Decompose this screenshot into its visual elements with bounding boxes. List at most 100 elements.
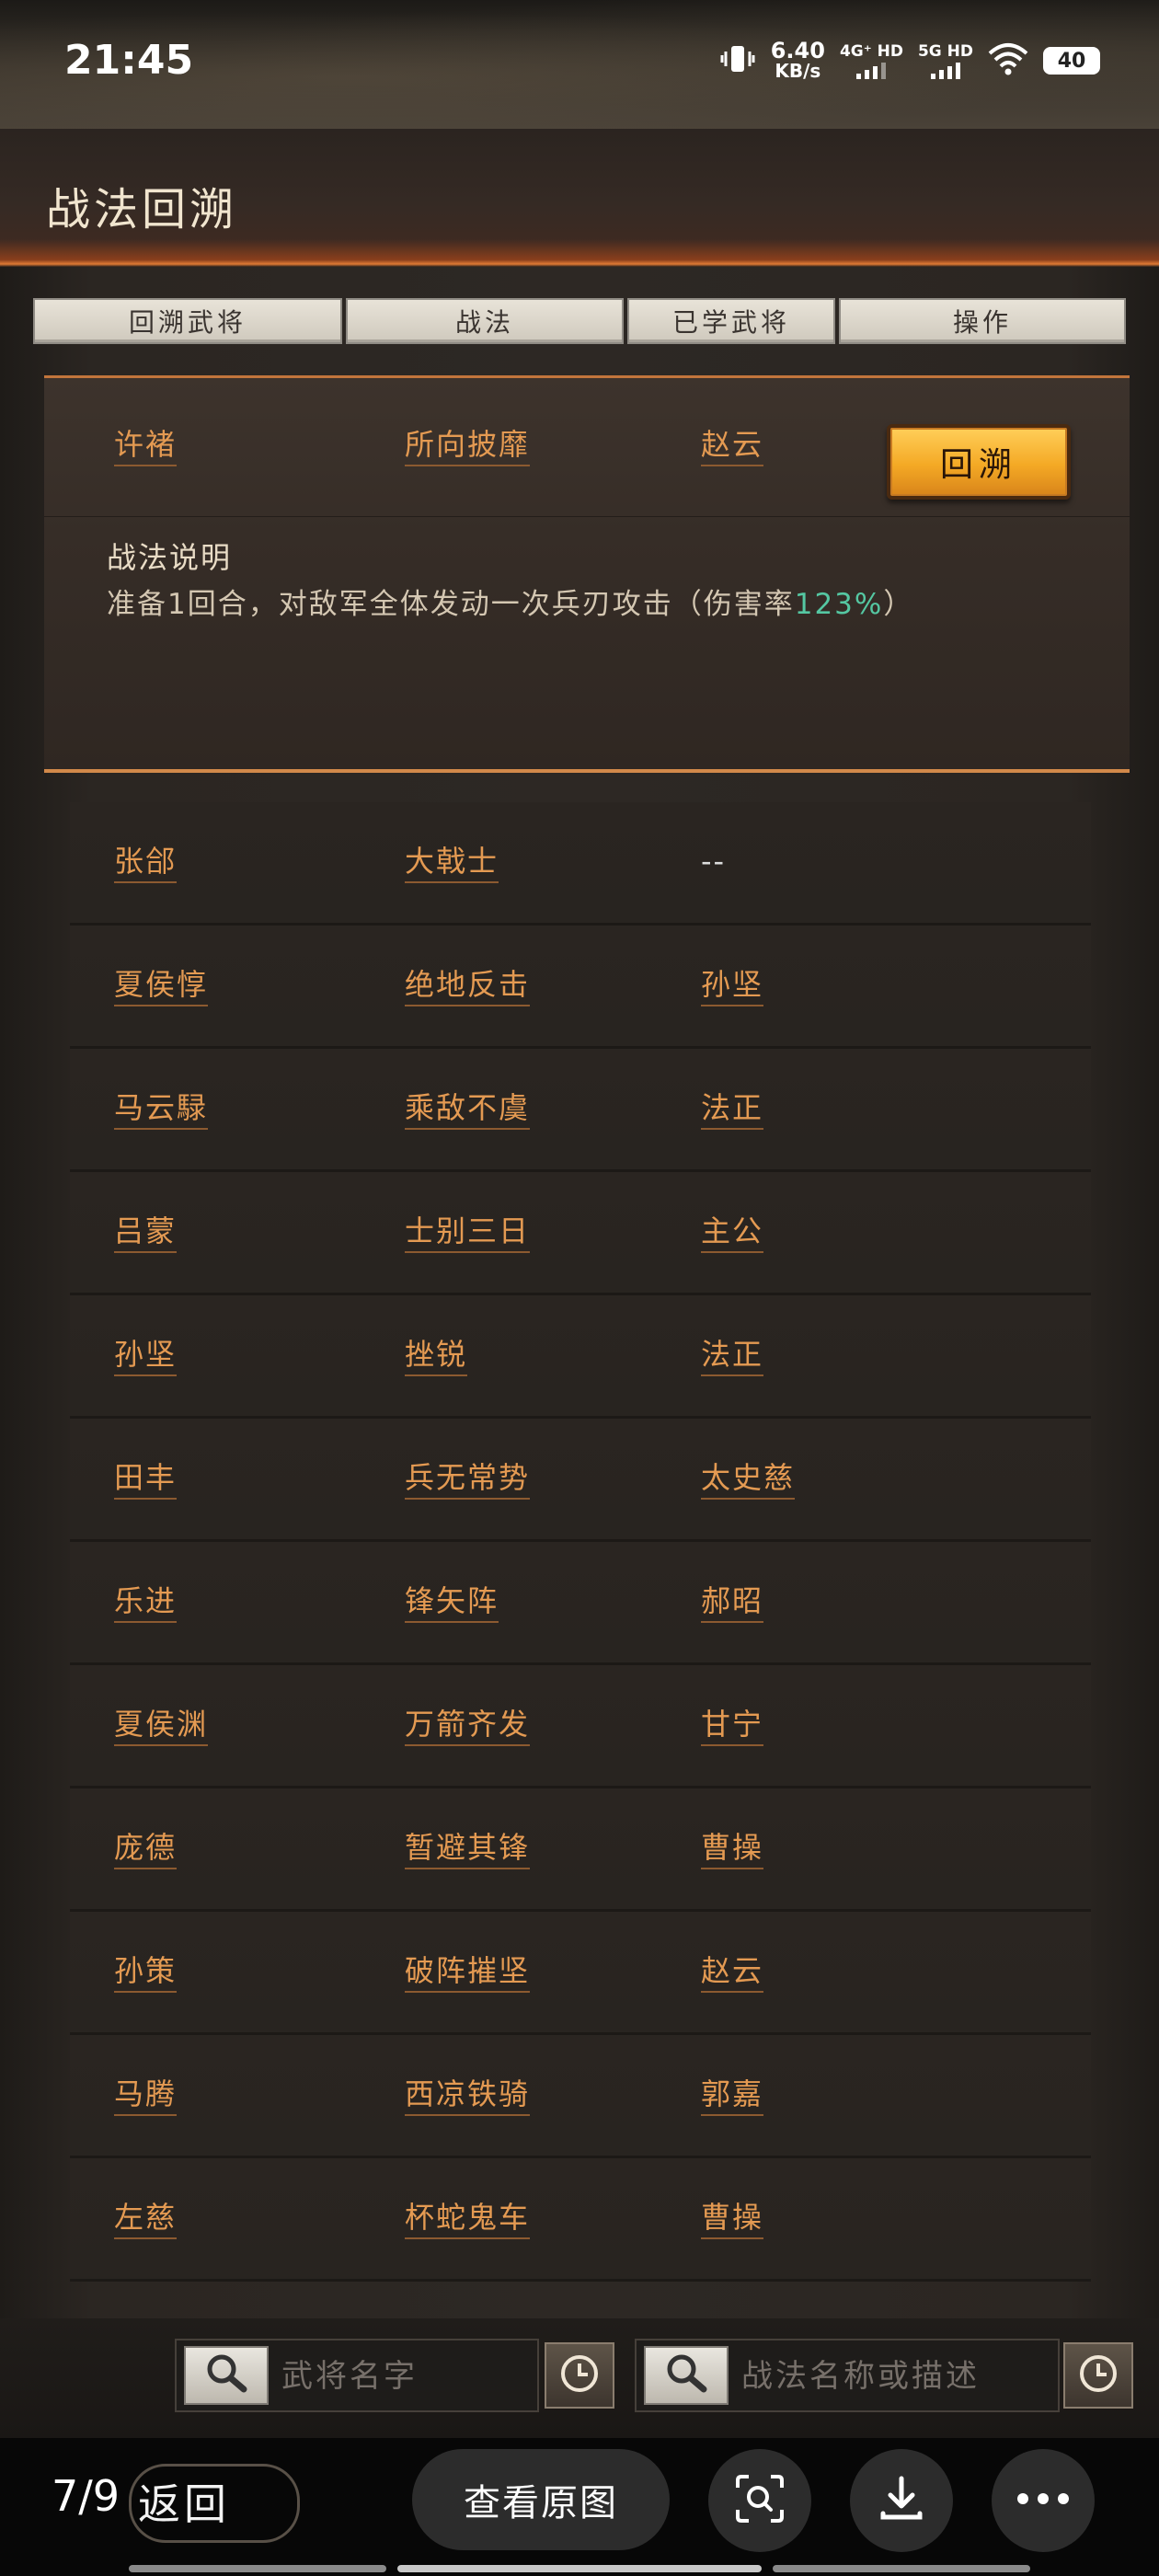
row-tactic[interactable]: 破阵摧坚: [405, 1952, 531, 1993]
retro-button[interactable]: 回溯: [887, 424, 1071, 500]
row-general[interactable]: 马腾: [114, 2076, 178, 2116]
row-tactic[interactable]: 士别三日: [405, 1213, 531, 1253]
speed-value: 6.40: [770, 38, 825, 63]
table-row[interactable]: 田丰 兵无常势 太史慈: [70, 1419, 1091, 1542]
general-search-button[interactable]: [184, 2346, 269, 2405]
table-row[interactable]: 孙坚 挫锐 法正: [70, 1295, 1091, 1419]
net2-label: 5G HD: [917, 42, 973, 61]
image-counter: 7/9: [52, 2471, 120, 2521]
general-history-button[interactable]: [545, 2342, 614, 2409]
damage-rate: 123%: [794, 588, 884, 621]
tab-retro-general[interactable]: 回溯武将: [33, 298, 342, 344]
table-row[interactable]: 吕蒙 士别三日 主公: [70, 1172, 1091, 1295]
page-indicator-active: [397, 2565, 762, 2572]
row-general[interactable]: 庞德: [114, 1829, 178, 1869]
tactic-search-box: [635, 2339, 1060, 2412]
column-header-tabs: 回溯武将 战法 已学武将 操作: [33, 298, 1126, 344]
row-tactic[interactable]: 杯蛇鬼车: [405, 2199, 531, 2239]
speed-unit: KB/s: [775, 60, 821, 82]
row-learned[interactable]: 曹操: [701, 1829, 764, 1869]
signal-bars-icon: [856, 61, 887, 79]
download-button[interactable]: [850, 2449, 953, 2552]
row-tactic[interactable]: 锋矢阵: [405, 1582, 499, 1623]
row-tactic[interactable]: 大戟士: [405, 843, 499, 883]
row-learned[interactable]: 曹操: [701, 2199, 764, 2239]
table-row[interactable]: 庞德 暂避其锋 曹操: [70, 1788, 1091, 1912]
tactic-search-input[interactable]: [740, 2346, 1056, 2407]
scan-button[interactable]: [708, 2449, 811, 2552]
row-general[interactable]: 夏侯惇: [114, 966, 209, 1006]
table-row[interactable]: 马腾 西凉铁骑 郭嘉: [70, 2035, 1091, 2158]
row-tactic[interactable]: 兵无常势: [405, 1459, 531, 1500]
more-dots-icon: [1016, 2491, 1071, 2510]
table-row[interactable]: 左慈 杯蛇鬼车 曹操: [70, 2158, 1091, 2282]
row-learned[interactable]: 太史慈: [701, 1459, 796, 1500]
row-general[interactable]: 张郃: [114, 843, 178, 883]
tab-tactic[interactable]: 战法: [346, 298, 624, 344]
page-indicator: [129, 2565, 386, 2572]
selected-learned[interactable]: 赵云: [701, 426, 764, 466]
row-learned[interactable]: 主公: [701, 1213, 764, 1253]
battery-icon: 40: [1043, 47, 1100, 75]
row-learned[interactable]: 郝昭: [701, 1582, 764, 1623]
row-general[interactable]: 夏侯渊: [114, 1706, 209, 1746]
table-row[interactable]: 孙策 破阵摧坚 赵云: [70, 1912, 1091, 2035]
selected-tactic[interactable]: 所向披靡: [405, 426, 531, 466]
row-general[interactable]: 孙坚: [114, 1336, 178, 1376]
row-learned[interactable]: 法正: [701, 1336, 764, 1376]
search-icon: [203, 2352, 249, 2398]
tactic-history-button[interactable]: [1063, 2342, 1133, 2409]
status-icons: 6.40 KB/s 4G⁺ HD 5G HD 40: [719, 35, 1100, 86]
table-row[interactable]: 夏侯惇 绝地反击 孙坚: [70, 926, 1091, 1049]
back-button[interactable]: 返回: [138, 2471, 230, 2532]
row-general[interactable]: 乐进: [114, 1582, 178, 1623]
description-text-after: ）: [883, 588, 914, 621]
row-learned[interactable]: 赵云: [701, 1952, 764, 1993]
row-tactic[interactable]: 挫锐: [405, 1336, 468, 1376]
row-learned[interactable]: 孙坚: [701, 966, 764, 1006]
selected-row: 许褚 所向披靡 赵云 回溯: [44, 378, 1130, 517]
title-bar: 战法回溯: [0, 129, 1159, 267]
more-button[interactable]: [992, 2449, 1095, 2552]
row-general[interactable]: 吕蒙: [114, 1213, 178, 1253]
tactic-search-button[interactable]: [644, 2346, 729, 2405]
row-general[interactable]: 孙策: [114, 1952, 178, 1993]
search-bar: [0, 2318, 1159, 2438]
image-viewer-bar: 7/9 返回 查看原图: [0, 2438, 1159, 2576]
row-general[interactable]: 左慈: [114, 2199, 178, 2239]
scan-search-icon: [732, 2471, 787, 2530]
row-tactic[interactable]: 乘敌不虞: [405, 1089, 531, 1130]
table-row[interactable]: 乐进 锋矢阵 郝昭: [70, 1542, 1091, 1665]
row-tactic[interactable]: 万箭齐发: [405, 1706, 531, 1746]
status-time: 21:45: [64, 37, 194, 84]
selected-detail-panel: 许褚 所向披靡 赵云 回溯 战法说明 准备1回合，对敌军全体发动一次兵刃攻击（伤…: [44, 375, 1130, 773]
page-title: 战法回溯: [46, 184, 238, 236]
selected-general[interactable]: 许褚: [114, 426, 178, 466]
tab-operation[interactable]: 操作: [839, 298, 1126, 344]
tactic-list[interactable]: 张郃 大戟士 -- 夏侯惇 绝地反击 孙坚 马云騄 乘敌不虞 法正 吕蒙 士别三日 主公 孙坚 挫锐 法正田…: [70, 802, 1091, 2282]
row-learned[interactable]: 郭嘉: [701, 2076, 764, 2116]
main-panel: 回溯武将 战法 已学武将 操作 许褚 所向披靡 赵云 回溯 战法说明 准备1回合…: [0, 267, 1159, 2438]
row-general[interactable]: 马云騄: [114, 1089, 209, 1130]
row-learned[interactable]: 法正: [701, 1089, 764, 1130]
tab-learned-general[interactable]: 已学武将: [627, 298, 835, 344]
row-general[interactable]: 田丰: [114, 1459, 178, 1500]
clock-icon: [1077, 2352, 1119, 2398]
wifi-icon: [988, 42, 1028, 79]
network-4g: 4G⁺ HD: [840, 42, 903, 79]
row-learned[interactable]: 甘宁: [701, 1706, 764, 1746]
view-original-button[interactable]: 查看原图: [412, 2449, 670, 2550]
network-speed: 6.40 KB/s: [771, 40, 825, 81]
page-indicator: [773, 2565, 1030, 2572]
row-learned: --: [701, 844, 727, 879]
description-title: 战法说明: [107, 540, 233, 575]
general-search-input[interactable]: [280, 2346, 532, 2407]
table-row[interactable]: 张郃 大戟士 --: [70, 802, 1091, 926]
net1-label: 4G⁺ HD: [839, 42, 903, 61]
status-bar: 21:45 6.40 KB/s 4G⁺ HD 5G HD 40: [0, 0, 1159, 129]
row-tactic[interactable]: 绝地反击: [405, 966, 531, 1006]
table-row[interactable]: 夏侯渊 万箭齐发 甘宁: [70, 1665, 1091, 1788]
table-row[interactable]: 马云騄 乘敌不虞 法正: [70, 1049, 1091, 1172]
row-tactic[interactable]: 西凉铁骑: [405, 2076, 531, 2116]
row-tactic[interactable]: 暂避其锋: [405, 1829, 531, 1869]
